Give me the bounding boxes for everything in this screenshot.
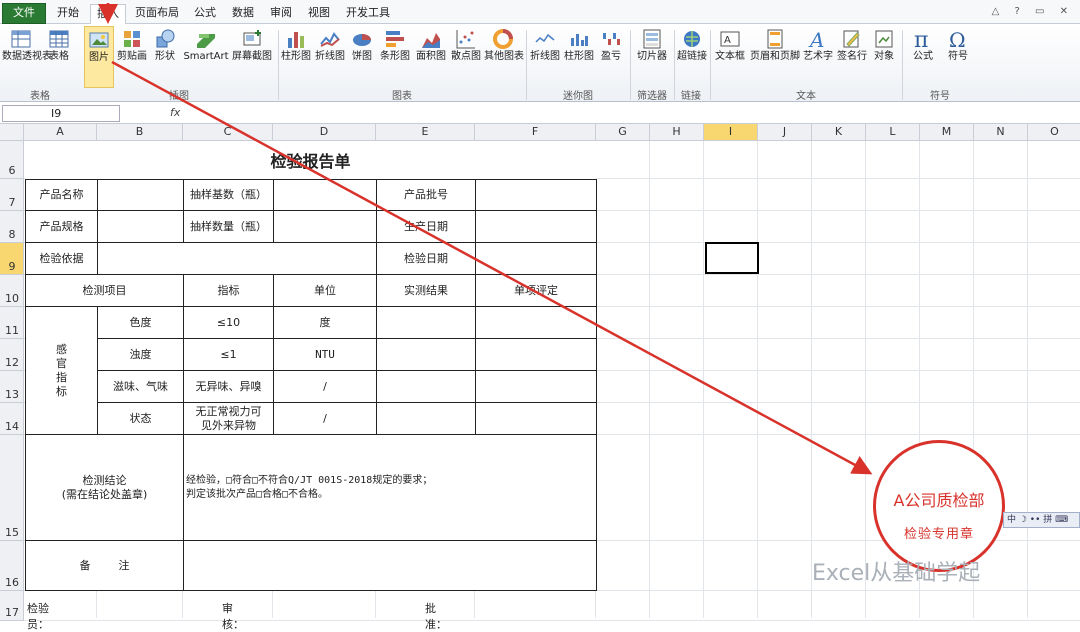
arrow-to-stamp xyxy=(111,60,873,475)
annotation-arrows xyxy=(98,3,873,475)
